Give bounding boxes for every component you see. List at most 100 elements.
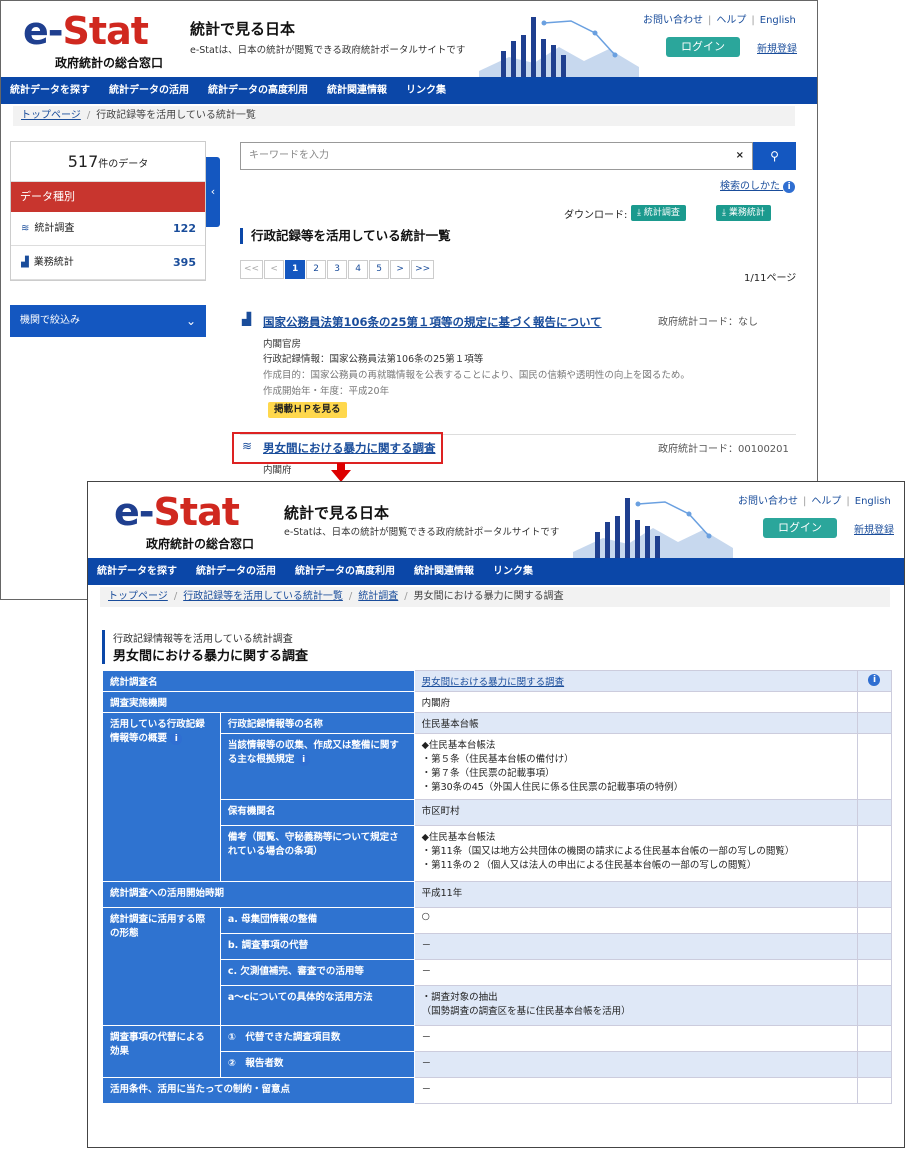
- survey-name-link[interactable]: 男女間における暴力に関する調査: [413, 670, 858, 692]
- table-row: 当該情報等の収集、作成又は整備に関する主な根拠規定 i ◆住民基本台帳法 ・第５…: [103, 733, 893, 800]
- table-row: c. 欠測値補完、審査での活用等 －: [103, 959, 893, 986]
- nav-data-use[interactable]: 統計データの活用: [109, 77, 189, 104]
- data-type-survey[interactable]: ≋ 統計調査 122: [11, 212, 205, 246]
- data-type-business[interactable]: ▟ 業務統計 395: [11, 246, 205, 280]
- login-button[interactable]: ログイン: [666, 37, 740, 57]
- data-type-panel: 517件のデータ データ種別 ≋ 統計調査 122 ▟ 業務統計 395: [10, 141, 206, 281]
- utility-links: お問い合わせ | ヘルプ | English: [738, 496, 891, 507]
- row-value: 内閣府: [413, 691, 858, 713]
- page-4[interactable]: 4: [348, 260, 369, 279]
- pagination: << < 1 2 3 4 5 > >>: [240, 260, 435, 279]
- nav-advanced-use[interactable]: 統計データの高度利用: [295, 558, 395, 585]
- help-link[interactable]: ヘルプ: [811, 496, 841, 507]
- site-title: 統計で見る日本: [190, 20, 296, 38]
- table-row: a～cについての具体的な活用方法 ・調査対象の抽出 （国勢調査の調査区を基に住民…: [103, 985, 893, 1026]
- row-header: 統計調査名: [102, 670, 415, 692]
- info-icon[interactable]: i: [868, 674, 881, 686]
- nav-search-data[interactable]: 統計データを探す: [97, 558, 177, 585]
- breadcrumb-survey[interactable]: 統計調査: [358, 591, 398, 602]
- estat-logo[interactable]: e-Stat: [23, 9, 149, 53]
- row-value: －: [413, 1051, 858, 1078]
- page-prev[interactable]: <: [264, 260, 285, 279]
- global-nav: 統計データを探す 統計データの活用 統計データの高度利用 統計関連情報 リンク集: [1, 77, 817, 104]
- english-link[interactable]: English: [760, 15, 796, 26]
- page-next[interactable]: >: [390, 260, 411, 279]
- page-indicator: 1/11ページ: [744, 273, 797, 284]
- row-value: 平成11年: [413, 881, 858, 908]
- page-1[interactable]: 1: [285, 260, 306, 279]
- page-title: 行政記録等を活用している統計一覧: [240, 228, 451, 244]
- sub-header: 当該情報等の収集、作成又は整備に関する主な根拠規定 i: [219, 733, 415, 800]
- nav-advanced-use[interactable]: 統計データの高度利用: [208, 77, 308, 104]
- contact-link[interactable]: お問い合わせ: [738, 496, 798, 507]
- row-value: ◆住民基本台帳法 ・第５条（住民基本台帳の備付け） ・第７条（住民票の記載事項）…: [413, 733, 858, 800]
- info-icon[interactable]: i: [297, 754, 310, 766]
- nav-related-info[interactable]: 統計関連情報: [327, 77, 387, 104]
- site-description: e-Statは、日本の統計が閲覧できる政府統計ポータルサイトです: [190, 45, 466, 56]
- nav-links[interactable]: リンク集: [406, 77, 446, 104]
- page-first[interactable]: <<: [240, 260, 264, 279]
- nav-links[interactable]: リンク集: [493, 558, 533, 585]
- row-value: 住民基本台帳: [413, 712, 858, 734]
- result-start-1: 作成開始年・年度：平成20年: [263, 386, 390, 397]
- business-stat-icon: ▟: [242, 312, 252, 326]
- breadcrumb-top[interactable]: トップページ: [21, 110, 81, 121]
- detail-main-title: 男女間における暴力に関する調査: [113, 649, 309, 664]
- register-link[interactable]: 新規登録: [854, 521, 894, 536]
- table-row: 活用している行政記録情報等の概要 i 行政記録情報等の名称 住民基本台帳: [102, 712, 893, 882]
- view-hp-button[interactable]: 掲載ＨＰを見る: [268, 402, 347, 418]
- contact-link[interactable]: お問い合わせ: [643, 15, 703, 26]
- filter-by-agency[interactable]: 機関で絞込み ⌄: [10, 305, 206, 337]
- nav-data-use[interactable]: 統計データの活用: [196, 558, 276, 585]
- row-value: －: [413, 1025, 858, 1052]
- search-input[interactable]: キーワードを入力 ×: [240, 142, 753, 170]
- download-label: ダウンロード:: [564, 210, 628, 221]
- breadcrumb-top[interactable]: トップページ: [108, 591, 168, 602]
- breadcrumb: トップページ / 行政記録等を活用している統計一覧 / 統計調査 / 男女間における暴力に関…: [100, 587, 890, 607]
- estat-logo[interactable]: e-Stat: [114, 490, 240, 534]
- search-button[interactable]: ⚲: [753, 142, 796, 170]
- sub-header: ② 報告者数: [219, 1051, 415, 1078]
- table-row: b. 調査事項の代替 －: [103, 933, 893, 960]
- download-survey-button[interactable]: ⤓ 統計調査: [631, 205, 686, 221]
- chevron-down-icon: ⌄: [185, 314, 196, 328]
- survey-icon: ≋: [21, 223, 30, 234]
- row-value: ・調査対象の抽出 （国勢調査の調査区を基に住民基本台帳を活用）: [413, 985, 858, 1026]
- row-value: －: [413, 1077, 858, 1104]
- help-link[interactable]: ヘルプ: [716, 15, 746, 26]
- result-org-1: 内閣官房: [263, 339, 302, 350]
- search-howto-link[interactable]: 検索のしかた i: [720, 177, 796, 193]
- download-icon: ⤓: [722, 208, 729, 218]
- row-value: －: [413, 933, 858, 960]
- detail-table: 統計調査名 男女間における暴力に関する調査 i 調査実施機関 内閣府 活用してい…: [102, 670, 893, 1104]
- login-button[interactable]: ログイン: [763, 518, 837, 538]
- info-icon[interactable]: i: [170, 733, 183, 745]
- logo-subtitle: 政府統計の総合窓口: [55, 56, 164, 70]
- close-icon[interactable]: ×: [736, 143, 744, 169]
- row-header: 調査事項の代替による効果: [102, 1025, 221, 1078]
- stat-code-2: 政府統計コード：00100201: [658, 444, 789, 455]
- table-row: 調査事項の代替による効果 ① 代替できた調査項目数 －: [102, 1025, 893, 1078]
- download-business-button[interactable]: ⤓ 業務統計: [716, 205, 771, 221]
- page-5[interactable]: 5: [369, 260, 390, 279]
- nav-related-info[interactable]: 統計関連情報: [414, 558, 474, 585]
- page-3[interactable]: 3: [327, 260, 348, 279]
- row-value: 市区町村: [413, 799, 858, 826]
- row-value: －: [413, 959, 858, 986]
- nav-search-data[interactable]: 統計データを探す: [10, 77, 90, 104]
- data-type-header: データ種別: [11, 182, 205, 212]
- sub-header: 保有機関名: [219, 799, 415, 826]
- sub-header: 備考（閲覧、守秘義務等について規定されている場合の条項）: [219, 825, 415, 882]
- site-title: 統計で見る日本: [284, 504, 390, 522]
- register-link[interactable]: 新規登録: [757, 40, 797, 55]
- sub-header: a～cについての具体的な活用方法: [219, 985, 415, 1026]
- chevron-left-icon[interactable]: ‹: [206, 157, 220, 227]
- row-header: 統計調査に活用する際の形態: [102, 907, 221, 1026]
- english-link[interactable]: English: [855, 496, 891, 507]
- breadcrumb-list[interactable]: 行政記録等を活用している統計一覧: [183, 591, 343, 602]
- page-last[interactable]: >>: [411, 260, 435, 279]
- result-title-1[interactable]: 国家公務員法第106条の25第１項等の規定に基づく報告について: [263, 314, 602, 330]
- stat-code-1: 政府統計コード：なし: [658, 317, 758, 328]
- page-2[interactable]: 2: [306, 260, 327, 279]
- site-header: e-Stat 政府統計の総合窓口 統計で見る日本 e-Statは、日本の統計が閲…: [88, 482, 904, 558]
